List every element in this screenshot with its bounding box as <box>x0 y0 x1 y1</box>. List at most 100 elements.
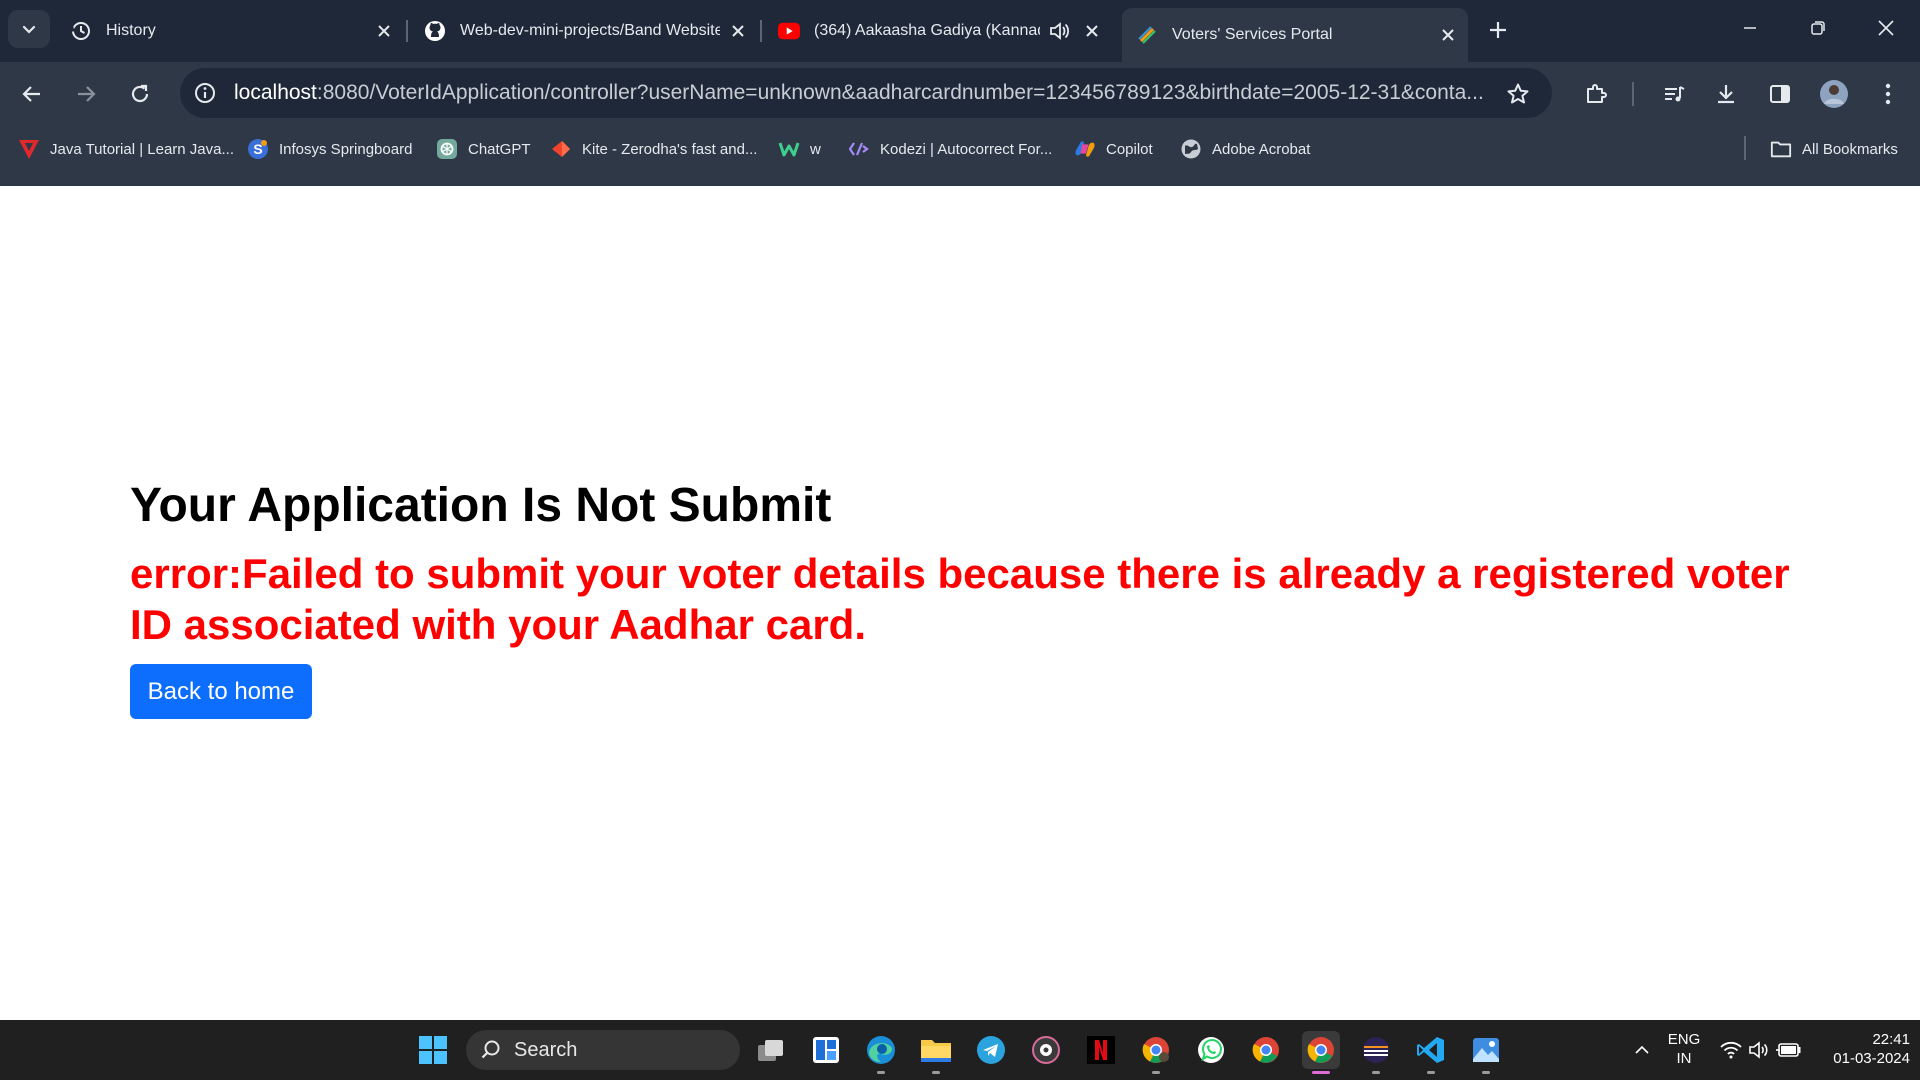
bookmark-label: w <box>810 140 821 158</box>
telegram-icon[interactable] <box>972 1031 1010 1069</box>
bookmark-w[interactable]: w <box>778 134 821 164</box>
volume-icon[interactable] <box>1746 1036 1772 1064</box>
arrow-right-icon <box>78 86 96 102</box>
site-info-icon[interactable] <box>190 78 220 108</box>
bookmark-java-tutorial[interactable]: Java Tutorial | Learn Java... <box>18 134 234 164</box>
error-message: error:Failed to submit your voter detail… <box>130 550 1790 648</box>
search-icon <box>480 1039 502 1061</box>
speaker-icon[interactable] <box>1046 19 1074 43</box>
url-host: localhost <box>234 81 317 104</box>
running-indicator <box>1482 1071 1490 1074</box>
tutorial-favicon <box>18 138 40 160</box>
tab-history[interactable]: History <box>70 10 396 52</box>
download-icon[interactable] <box>1706 74 1746 114</box>
arrow-left-icon <box>22 86 40 102</box>
back-nav-button[interactable] <box>12 74 52 114</box>
eclipse-icon[interactable] <box>1357 1031 1395 1069</box>
windows-start-icon[interactable] <box>414 1031 452 1069</box>
all-bookmarks-label: All Bookmarks <box>1802 140 1898 158</box>
bookmark-kite[interactable]: Kite - Zerodha's fast and... <box>550 134 757 164</box>
edge-icon[interactable] <box>862 1031 900 1069</box>
netflix-icon[interactable] <box>1082 1031 1120 1069</box>
folder-icon <box>1770 138 1792 160</box>
close-icon[interactable] <box>726 19 750 43</box>
battery-icon[interactable] <box>1774 1036 1804 1064</box>
bookmark-label: Adobe Acrobat <box>1212 140 1311 158</box>
tab-title: (364) Aakaasha Gadiya (Kannada) <box>814 22 1040 39</box>
search-label: Search <box>514 1038 578 1061</box>
close-icon[interactable] <box>1080 19 1104 43</box>
more-menu-icon[interactable] <box>1868 74 1908 114</box>
widgets-icon[interactable] <box>807 1031 845 1069</box>
tab-voters-portal[interactable]: Voters' Services Portal <box>1122 8 1468 62</box>
new-tab-button[interactable] <box>1480 12 1516 48</box>
chrome-profile-icon[interactable] <box>1137 1031 1175 1069</box>
media-control-icon[interactable] <box>1654 74 1694 114</box>
profile-avatar[interactable] <box>1816 76 1852 112</box>
tab-github[interactable]: Web-dev-mini-projects/Band Website <box>424 10 750 52</box>
url-text[interactable]: localhost:8080/VoterIdApplication/contro… <box>234 81 1494 105</box>
language-indicator[interactable]: ENG IN <box>1662 1030 1706 1068</box>
toolbar-divider <box>1632 82 1634 106</box>
tab-youtube[interactable]: (364) Aakaasha Gadiya (Kannada) <box>778 10 1104 52</box>
tab-separator <box>406 20 408 42</box>
tab-title: History <box>106 22 156 39</box>
minimize-button[interactable] <box>1726 8 1774 48</box>
bookmark-infosys-springboard[interactable]: S Infosys Springboard <box>247 134 412 164</box>
tab-title: Voters' Services Portal <box>1172 26 1333 43</box>
running-indicator <box>1427 1071 1435 1074</box>
forward-nav-button[interactable] <box>66 74 106 114</box>
language-label: ENG <box>1667 1031 1701 1048</box>
extensions-icon[interactable] <box>1576 74 1616 114</box>
springboard-favicon: S <box>247 138 269 160</box>
running-indicator <box>1372 1071 1380 1074</box>
bookmark-star-icon[interactable] <box>1502 78 1534 110</box>
file-explorer-icon[interactable] <box>917 1031 955 1069</box>
github-icon <box>424 20 446 42</box>
clock[interactable]: 22:41 01-03-2024 <box>1814 1030 1910 1068</box>
chrome-active-icon[interactable] <box>1302 1031 1340 1069</box>
taskbar-search-box[interactable]: Search <box>466 1030 740 1070</box>
bookmarks-divider <box>1744 136 1746 160</box>
bookmark-label: ChatGPT <box>468 140 531 158</box>
bookmark-label: Kodezi | Autocorrect For... <box>880 140 1053 158</box>
reload-icon <box>131 84 149 103</box>
tab-separator <box>760 20 762 42</box>
chrome-icon[interactable] <box>1247 1031 1285 1069</box>
whatsapp-icon[interactable] <box>1192 1031 1230 1069</box>
close-window-button[interactable] <box>1862 8 1910 48</box>
w-favicon <box>778 138 800 160</box>
photos-icon[interactable] <box>1467 1031 1505 1069</box>
bookmark-label: Kite - Zerodha's fast and... <box>582 140 758 158</box>
chevron-up-icon[interactable] <box>1628 1036 1656 1064</box>
kite-icon <box>550 138 572 160</box>
minimize-icon <box>1744 27 1756 29</box>
globe-icon <box>1180 138 1202 160</box>
back-to-home-button[interactable]: Back to home <box>130 664 312 719</box>
chevron-down-icon <box>22 25 36 34</box>
date-label: 01-03-2024 <box>1833 1050 1910 1067</box>
bookmark-adobe-acrobat[interactable]: Adobe Acrobat <box>1180 134 1310 164</box>
bookmark-label: Java Tutorial | Learn Java... <box>50 140 234 158</box>
all-bookmarks-button[interactable]: All Bookmarks <box>1770 134 1898 164</box>
side-panel-icon[interactable] <box>1760 74 1800 114</box>
close-icon[interactable] <box>372 19 396 43</box>
wifi-icon[interactable] <box>1718 1036 1744 1064</box>
reload-button[interactable] <box>120 74 160 114</box>
bookmark-chatgpt[interactable]: ChatGPT <box>436 134 531 164</box>
bookmark-copilot[interactable]: Copilot <box>1074 134 1153 164</box>
close-icon <box>1878 20 1894 36</box>
tab-search-button[interactable] <box>8 10 50 48</box>
close-icon[interactable] <box>1436 23 1460 47</box>
media-player-icon[interactable] <box>1027 1031 1065 1069</box>
chatgpt-icon <box>436 138 458 160</box>
restore-button[interactable] <box>1794 8 1842 48</box>
running-indicator <box>877 1071 885 1074</box>
task-view-icon[interactable] <box>752 1031 790 1069</box>
running-indicator <box>1152 1071 1160 1074</box>
plus-icon <box>1490 22 1506 38</box>
vscode-icon[interactable] <box>1412 1031 1450 1069</box>
active-indicator <box>1312 1071 1330 1074</box>
bookmark-kodezi[interactable]: Kodezi | Autocorrect For... <box>848 134 1052 164</box>
portal-favicon <box>1136 24 1158 46</box>
